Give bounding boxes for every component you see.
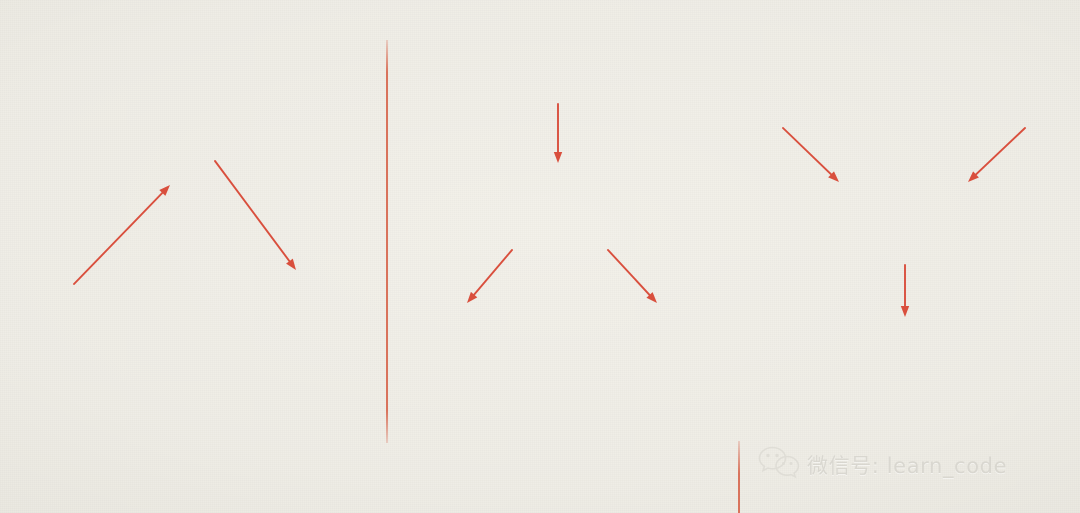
arrow-layer (73, 103, 1026, 317)
panel-divider-left (386, 40, 388, 443)
arrow-service1-to-right-etcd (782, 127, 839, 182)
wechat-icon (757, 445, 801, 484)
arrow-right-etcd-to-admin (900, 264, 910, 317)
watermark-text: 微信号: learn_code (807, 453, 1008, 478)
arrow-service2-to-right-etcd (968, 127, 1026, 182)
arrow-etcd-to-mid-service-1 (467, 249, 513, 303)
arrow-etcd-to-mid-service-2 (607, 249, 657, 303)
diagram-canvas: etcd Service Service Checker heart beat … (0, 0, 1080, 513)
panel-divider-right (738, 441, 740, 513)
arrow-controller-to-etcd (553, 103, 563, 163)
arrow-etcd-to-service-checker (214, 160, 296, 270)
arrow-service-to-etcd (73, 185, 170, 285)
wechat-watermark: 微信号: learn_code (757, 445, 1007, 484)
